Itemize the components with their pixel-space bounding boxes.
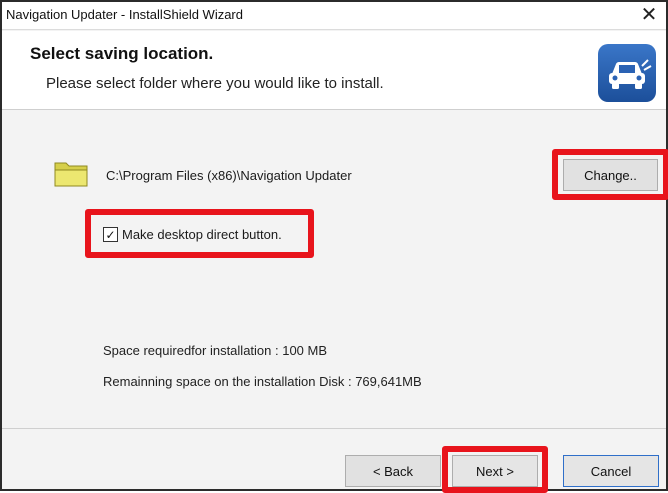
- install-path: C:\Program Files (x86)\Navigation Update…: [106, 168, 352, 183]
- page-subtitle: Please select folder where you would lik…: [46, 75, 384, 92]
- folder-icon: [54, 159, 88, 187]
- back-button[interactable]: < Back: [345, 455, 441, 487]
- checkbox-highlight: [85, 209, 314, 258]
- wizard-header: Select saving location. Please select fo…: [2, 31, 666, 110]
- footer-divider: [2, 428, 666, 429]
- title-bar: Navigation Updater - InstallShield Wizar…: [2, 2, 666, 30]
- page-title: Select saving location.: [30, 44, 214, 63]
- space-remaining-text: Remainning space on the installation Dis…: [103, 374, 422, 389]
- space-required-text: Space requiredfor installation : 100 MB: [103, 343, 328, 358]
- navigation-car-icon: [598, 44, 656, 102]
- installer-window: Navigation Updater - InstallShield Wizar…: [0, 0, 668, 493]
- next-button-highlight: [442, 446, 548, 493]
- change-button-highlight: [552, 149, 668, 200]
- window-title: Navigation Updater - InstallShield Wizar…: [6, 7, 243, 22]
- close-icon[interactable]: ✕: [638, 4, 660, 26]
- cancel-button[interactable]: Cancel: [563, 455, 659, 487]
